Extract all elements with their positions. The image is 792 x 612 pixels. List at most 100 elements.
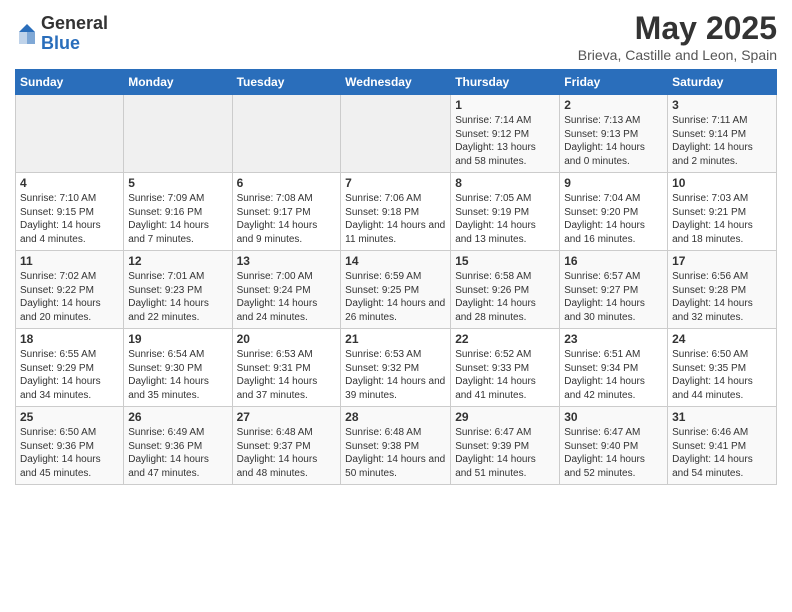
- logo: General Blue: [15, 14, 108, 54]
- day-info: Sunrise: 7:13 AM Sunset: 9:13 PM Dayligh…: [564, 114, 663, 168]
- day-number: 22: [455, 332, 555, 346]
- day-info: Sunrise: 6:46 AM Sunset: 9:41 PM Dayligh…: [672, 426, 772, 480]
- week-row-1: 4 Sunrise: 7:10 AM Sunset: 9:15 PM Daylig…: [16, 173, 777, 251]
- day-number: 4: [20, 176, 119, 190]
- week-row-0: 1 Sunrise: 7:14 AM Sunset: 9:12 PM Daylig…: [16, 95, 777, 173]
- day-number: 31: [672, 410, 772, 424]
- calendar-table: SundayMondayTuesdayWednesdayThursdayFrid…: [15, 69, 777, 485]
- subtitle: Brieva, Castille and Leon, Spain: [578, 47, 777, 63]
- day-info: Sunrise: 7:04 AM Sunset: 9:20 PM Dayligh…: [564, 192, 663, 246]
- day-number: 14: [345, 254, 446, 268]
- calendar-cell: 20 Sunrise: 6:53 AM Sunset: 9:31 PM Dayli…: [232, 329, 341, 407]
- day-info: Sunrise: 6:50 AM Sunset: 9:35 PM Dayligh…: [672, 348, 772, 402]
- title-block: May 2025 Brieva, Castille and Leon, Spai…: [578, 10, 777, 63]
- day-number: 17: [672, 254, 772, 268]
- day-info: Sunrise: 6:50 AM Sunset: 9:36 PM Dayligh…: [20, 426, 119, 480]
- logo-general-text: General: [41, 14, 108, 34]
- day-number: 25: [20, 410, 119, 424]
- day-number: 3: [672, 98, 772, 112]
- day-info: Sunrise: 6:56 AM Sunset: 9:28 PM Dayligh…: [672, 270, 772, 324]
- day-info: Sunrise: 6:54 AM Sunset: 9:30 PM Dayligh…: [128, 348, 227, 402]
- day-number: 21: [345, 332, 446, 346]
- calendar-cell: 26Sunrise: 6:49 AM Sunset: 9:36 PM Dayli…: [124, 407, 232, 485]
- calendar-cell: 9 Sunrise: 7:04 AM Sunset: 9:20 PM Daylig…: [560, 173, 668, 251]
- day-number: 11: [20, 254, 119, 268]
- day-number: 13: [237, 254, 337, 268]
- calendar-cell: 7Sunrise: 7:06 AM Sunset: 9:18 PM Daylig…: [341, 173, 451, 251]
- calendar-cell: 14 Sunrise: 6:59 AM Sunset: 9:25 PM Dayli…: [341, 251, 451, 329]
- calendar-cell: 21 Sunrise: 6:53 AM Sunset: 9:32 PM Dayli…: [341, 329, 451, 407]
- day-info: Sunrise: 6:53 AM Sunset: 9:32 PM Dayligh…: [345, 348, 446, 402]
- calendar-cell: [124, 95, 232, 173]
- calendar-cell: [16, 95, 124, 173]
- weekday-header-tuesday: Tuesday: [232, 70, 341, 95]
- day-info: Sunrise: 7:08 AM Sunset: 9:17 PM Dayligh…: [237, 192, 337, 246]
- weekday-header-thursday: Thursday: [451, 70, 560, 95]
- calendar-cell: 27Sunrise: 6:48 AM Sunset: 9:37 PM Dayli…: [232, 407, 341, 485]
- day-info: Sunrise: 6:47 AM Sunset: 9:39 PM Dayligh…: [455, 426, 555, 480]
- day-info: Sunrise: 6:57 AM Sunset: 9:27 PM Dayligh…: [564, 270, 663, 324]
- day-number: 2: [564, 98, 663, 112]
- calendar-cell: 30Sunrise: 6:47 AM Sunset: 9:40 PM Dayli…: [560, 407, 668, 485]
- day-number: 18: [20, 332, 119, 346]
- day-info: Sunrise: 6:59 AM Sunset: 9:25 PM Dayligh…: [345, 270, 446, 324]
- day-number: 6: [237, 176, 337, 190]
- day-info: Sunrise: 7:03 AM Sunset: 9:21 PM Dayligh…: [672, 192, 772, 246]
- week-row-3: 18Sunrise: 6:55 AM Sunset: 9:29 PM Dayli…: [16, 329, 777, 407]
- day-number: 24: [672, 332, 772, 346]
- header: General Blue May 2025 Brieva, Castille a…: [15, 10, 777, 63]
- logo-icon: [17, 22, 37, 46]
- day-number: 26: [128, 410, 227, 424]
- weekday-header-wednesday: Wednesday: [341, 70, 451, 95]
- weekday-header-friday: Friday: [560, 70, 668, 95]
- calendar-cell: 6 Sunrise: 7:08 AM Sunset: 9:17 PM Daylig…: [232, 173, 341, 251]
- day-number: 5: [128, 176, 227, 190]
- day-number: 20: [237, 332, 337, 346]
- week-row-4: 25 Sunrise: 6:50 AM Sunset: 9:36 PM Dayli…: [16, 407, 777, 485]
- day-number: 29: [455, 410, 555, 424]
- day-info: Sunrise: 6:53 AM Sunset: 9:31 PM Dayligh…: [237, 348, 337, 402]
- day-info: Sunrise: 6:51 AM Sunset: 9:34 PM Dayligh…: [564, 348, 663, 402]
- day-number: 30: [564, 410, 663, 424]
- calendar-cell: 1 Sunrise: 7:14 AM Sunset: 9:12 PM Daylig…: [451, 95, 560, 173]
- day-info: Sunrise: 7:02 AM Sunset: 9:22 PM Dayligh…: [20, 270, 119, 324]
- calendar-cell: 28 Sunrise: 6:48 AM Sunset: 9:38 PM Dayli…: [341, 407, 451, 485]
- day-number: 16: [564, 254, 663, 268]
- logo-text: General Blue: [41, 14, 108, 54]
- week-row-2: 11 Sunrise: 7:02 AM Sunset: 9:22 PM Dayli…: [16, 251, 777, 329]
- day-info: Sunrise: 6:52 AM Sunset: 9:33 PM Dayligh…: [455, 348, 555, 402]
- weekday-header-sunday: Sunday: [16, 70, 124, 95]
- calendar-cell: 29 Sunrise: 6:47 AM Sunset: 9:39 PM Dayli…: [451, 407, 560, 485]
- calendar-cell: [341, 95, 451, 173]
- day-info: Sunrise: 7:10 AM Sunset: 9:15 PM Dayligh…: [20, 192, 119, 246]
- calendar-cell: 4 Sunrise: 7:10 AM Sunset: 9:15 PM Daylig…: [16, 173, 124, 251]
- calendar-cell: 25 Sunrise: 6:50 AM Sunset: 9:36 PM Dayli…: [16, 407, 124, 485]
- calendar-cell: 5Sunrise: 7:09 AM Sunset: 9:16 PM Daylig…: [124, 173, 232, 251]
- calendar-cell: 19 Sunrise: 6:54 AM Sunset: 9:30 PM Dayli…: [124, 329, 232, 407]
- day-number: 23: [564, 332, 663, 346]
- day-number: 8: [455, 176, 555, 190]
- calendar-cell: 16 Sunrise: 6:57 AM Sunset: 9:27 PM Dayli…: [560, 251, 668, 329]
- day-info: Sunrise: 7:00 AM Sunset: 9:24 PM Dayligh…: [237, 270, 337, 324]
- day-info: Sunrise: 6:48 AM Sunset: 9:38 PM Dayligh…: [345, 426, 446, 480]
- day-number: 1: [455, 98, 555, 112]
- calendar-cell: 18Sunrise: 6:55 AM Sunset: 9:29 PM Dayli…: [16, 329, 124, 407]
- calendar-cell: 24 Sunrise: 6:50 AM Sunset: 9:35 PM Dayli…: [668, 329, 777, 407]
- day-number: 28: [345, 410, 446, 424]
- day-number: 10: [672, 176, 772, 190]
- calendar-cell: 17 Sunrise: 6:56 AM Sunset: 9:28 PM Dayli…: [668, 251, 777, 329]
- day-info: Sunrise: 7:11 AM Sunset: 9:14 PM Dayligh…: [672, 114, 772, 168]
- day-number: 27: [237, 410, 337, 424]
- day-info: Sunrise: 7:14 AM Sunset: 9:12 PM Dayligh…: [455, 114, 555, 168]
- day-number: 15: [455, 254, 555, 268]
- calendar-cell: 12Sunrise: 7:01 AM Sunset: 9:23 PM Dayli…: [124, 251, 232, 329]
- calendar-cell: 10 Sunrise: 7:03 AM Sunset: 9:21 PM Dayli…: [668, 173, 777, 251]
- day-number: 7: [345, 176, 446, 190]
- day-number: 19: [128, 332, 227, 346]
- weekday-header-saturday: Saturday: [668, 70, 777, 95]
- calendar-cell: 13 Sunrise: 7:00 AM Sunset: 9:24 PM Dayli…: [232, 251, 341, 329]
- day-number: 12: [128, 254, 227, 268]
- calendar-cell: 15Sunrise: 6:58 AM Sunset: 9:26 PM Dayli…: [451, 251, 560, 329]
- day-number: 9: [564, 176, 663, 190]
- day-info: Sunrise: 7:05 AM Sunset: 9:19 PM Dayligh…: [455, 192, 555, 246]
